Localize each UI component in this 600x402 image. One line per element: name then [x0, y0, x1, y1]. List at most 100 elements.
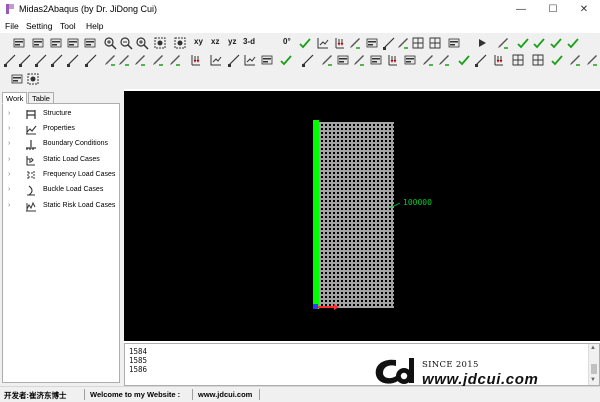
toolbar-doc-icon[interactable] — [83, 36, 97, 50]
toolbar-load-icon[interactable] — [492, 53, 506, 67]
axis-origin — [313, 304, 318, 309]
toolbar-load-icon[interactable] — [333, 36, 347, 50]
toolbar-doc-icon[interactable] — [66, 36, 80, 50]
minimize-button[interactable]: — — [510, 2, 532, 18]
toolbar-load-icon[interactable] — [189, 53, 203, 67]
toolbar-chart-icon[interactable] — [243, 53, 257, 67]
wall-mesh[interactable] — [318, 122, 394, 308]
toolbar-pen-icon[interactable] — [568, 53, 582, 67]
model-canvas[interactable] — [124, 91, 600, 341]
toolbar-pen-icon[interactable] — [103, 53, 117, 67]
toolbar-chart-icon[interactable] — [209, 53, 223, 67]
view-3d-button[interactable]: 3-d — [243, 37, 255, 46]
toolbar-pen-icon[interactable] — [396, 36, 410, 50]
toolbar-check-icon[interactable] — [457, 53, 471, 67]
toolbar-pen-icon[interactable] — [133, 53, 147, 67]
toolbar-line-icon[interactable] — [34, 53, 48, 67]
toolbar-tri-icon[interactable] — [475, 36, 489, 50]
toolbar-line-icon[interactable] — [227, 53, 241, 67]
tree-item-frequency-load[interactable]: › Frequency Load Cases — [3, 169, 119, 183]
toolbar-grid-icon[interactable] — [531, 53, 545, 67]
toolbar-pen-icon[interactable] — [168, 53, 182, 67]
toolbar-pen-icon[interactable] — [117, 53, 131, 67]
toolbar-doc-icon[interactable] — [12, 36, 26, 50]
status-website[interactable]: www.jdcui.com — [198, 390, 252, 399]
menu-setting[interactable]: Setting — [26, 21, 52, 31]
toolbar-line-icon[interactable] — [474, 53, 488, 67]
toolbar-pen-icon[interactable] — [437, 53, 451, 67]
angle-button[interactable]: 0° — [283, 37, 291, 46]
maximize-button[interactable]: ☐ — [542, 2, 564, 18]
view-xy-button[interactable]: xy — [194, 37, 203, 46]
expand-icon[interactable]: › — [8, 202, 10, 209]
toolbar-doc-icon[interactable] — [49, 36, 63, 50]
toolbar-check-icon[interactable] — [298, 36, 312, 50]
toolbar-zin-icon[interactable] — [135, 36, 149, 50]
toolbar-load-icon[interactable] — [386, 53, 400, 67]
expand-icon[interactable]: › — [8, 171, 10, 178]
toolbar-fit-icon[interactable] — [173, 36, 187, 50]
toolbar-doc-icon[interactable] — [260, 53, 274, 67]
toolbar-pen-icon[interactable] — [151, 53, 165, 67]
toolbar-pen-icon[interactable] — [585, 53, 599, 67]
toolbar-line-icon[interactable] — [382, 36, 396, 50]
toolbar-pen-icon[interactable] — [320, 53, 334, 67]
toolbar-zout-icon[interactable] — [119, 36, 133, 50]
toolbar-fit-icon[interactable] — [26, 72, 40, 86]
view-yz-button[interactable]: yz — [228, 37, 236, 46]
jdcui-logo — [375, 358, 414, 384]
toolbar-check-icon[interactable] — [532, 36, 546, 50]
expand-icon[interactable]: › — [8, 140, 10, 147]
toolbar-check-icon[interactable] — [550, 53, 564, 67]
tree-item-static-load[interactable]: › Static Load Cases — [3, 154, 119, 168]
toolbar-row-1: xy xz yz 3-d 0° — [0, 35, 600, 51]
toolbar-check-icon[interactable] — [279, 53, 293, 67]
toolbar-fit-icon[interactable] — [153, 36, 167, 50]
expand-icon[interactable]: › — [8, 125, 10, 132]
toolbar-doc-icon[interactable] — [403, 53, 417, 67]
toolbar-line-icon[interactable] — [3, 53, 17, 67]
tab-work[interactable]: Work — [2, 92, 28, 104]
toolbar-grid-icon[interactable] — [428, 36, 442, 50]
toolbar-zin-icon[interactable] — [103, 36, 117, 50]
menu-help[interactable]: Help — [86, 21, 103, 31]
toolbar-chart-icon[interactable] — [316, 36, 330, 50]
toolbar-check-icon[interactable] — [516, 36, 530, 50]
toolbar-line-icon[interactable] — [50, 53, 64, 67]
toolbar-doc-icon[interactable] — [447, 36, 461, 50]
expand-icon[interactable]: › — [8, 186, 10, 193]
tree-item-buckle-load[interactable]: › Buckle Load Cases — [3, 184, 119, 198]
toolbar-pen-icon[interactable] — [421, 53, 435, 67]
scroll-thumb[interactable] — [591, 364, 597, 374]
toolbar-pen-icon[interactable] — [352, 53, 366, 67]
menu-file[interactable]: File — [5, 21, 19, 31]
tree-item-risk-load[interactable]: › Static Risk Load Cases — [3, 200, 119, 214]
toolbar-line-icon[interactable] — [18, 53, 32, 67]
toolbar-doc-icon[interactable] — [31, 36, 45, 50]
tree-item-properties[interactable]: › Properties — [3, 123, 119, 137]
tree-item-boundary[interactable]: › Boundary Conditions — [3, 138, 119, 152]
toolbar-line-icon[interactable] — [301, 53, 315, 67]
close-button[interactable]: ✕ — [573, 2, 595, 18]
toolbar-grid-icon[interactable] — [411, 36, 425, 50]
view-xz-button[interactable]: xz — [211, 37, 219, 46]
toolbar-grid-icon[interactable] — [511, 53, 525, 67]
expand-icon[interactable]: › — [8, 110, 10, 117]
toolbar-line-icon[interactable] — [66, 53, 80, 67]
toolbar-doc-icon[interactable] — [336, 53, 350, 67]
toolbar-line-icon[interactable] — [84, 53, 98, 67]
menu-tool[interactable]: Tool — [60, 21, 76, 31]
scroll-down-icon[interactable]: ▼ — [590, 377, 596, 383]
toolbar-doc-icon[interactable] — [369, 53, 383, 67]
console-scrollbar[interactable]: ▲ ▼ — [588, 344, 599, 385]
model-viewport[interactable]: 100000 — [124, 91, 600, 341]
toolbar-pen-icon[interactable] — [496, 36, 510, 50]
toolbar-check-icon[interactable] — [549, 36, 563, 50]
toolbar-check-icon[interactable] — [566, 36, 580, 50]
expand-icon[interactable]: › — [8, 156, 10, 163]
toolbar-pen-icon[interactable] — [348, 36, 362, 50]
tree-item-structure[interactable]: › Structure — [3, 108, 119, 122]
toolbar-doc-icon[interactable] — [365, 36, 379, 50]
scroll-up-icon[interactable]: ▲ — [590, 345, 596, 351]
toolbar-doc-icon[interactable] — [10, 72, 24, 86]
